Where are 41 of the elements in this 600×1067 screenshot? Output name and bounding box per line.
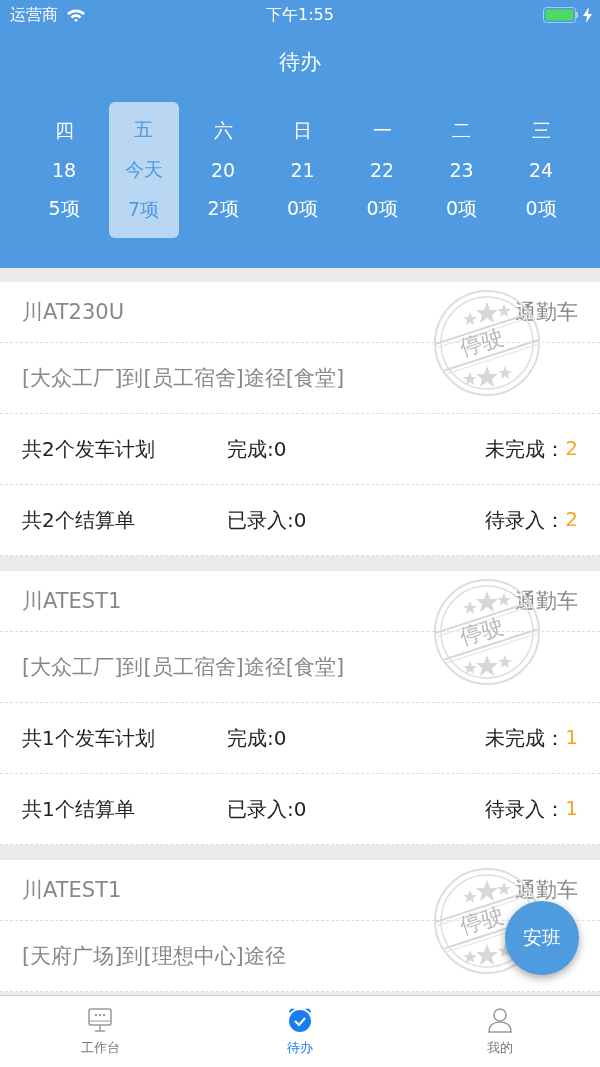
bill-total: 共2个结算单 bbox=[22, 506, 136, 534]
pending-count: 1 bbox=[565, 795, 578, 822]
plan-total: 共1个发车计划 bbox=[22, 724, 156, 752]
wifi-icon bbox=[66, 8, 86, 22]
status-time: 下午1:55 bbox=[266, 4, 334, 26]
alarm-clock-icon bbox=[287, 1006, 313, 1033]
route-text: [天府广场]到[理想中心]途径 bbox=[22, 943, 286, 970]
pending-label: 待录入： bbox=[485, 506, 566, 534]
pending-label: 待录入： bbox=[485, 795, 566, 823]
pending-count: 1 bbox=[565, 724, 578, 751]
day-tab[interactable]: 六 20 2项 bbox=[188, 102, 258, 238]
pending-label: 未完成： bbox=[485, 724, 566, 752]
plate-number: 川AT230U bbox=[22, 299, 125, 326]
nav-tab[interactable]: 工作台 bbox=[40, 1006, 160, 1057]
day-tab[interactable]: 四 18 5项 bbox=[29, 102, 99, 238]
day-tab[interactable]: 一 22 0项 bbox=[347, 102, 417, 238]
bill-done: 已录入:0 bbox=[227, 506, 308, 534]
charging-bolt-icon bbox=[583, 7, 592, 23]
plan-total: 共2个发车计划 bbox=[22, 435, 156, 463]
route-text: [大众工厂]到[员工宿舍]途径[食堂] bbox=[22, 365, 345, 392]
nav-tab[interactable]: 待办 bbox=[240, 1006, 360, 1057]
day-tab[interactable]: 日 21 0项 bbox=[267, 102, 338, 238]
pending-count: 2 bbox=[565, 435, 578, 462]
nav-tab[interactable]: 我的 bbox=[440, 1006, 560, 1057]
page-title: 待办 bbox=[279, 49, 321, 76]
bill-done: 已录入:0 bbox=[227, 795, 308, 823]
person-icon bbox=[487, 1006, 513, 1033]
day-tab[interactable]: 五 今天 7项 bbox=[108, 102, 179, 238]
monitor-icon bbox=[87, 1006, 113, 1033]
plan-done: 完成:0 bbox=[227, 724, 288, 752]
plate-number: 川ATEST1 bbox=[22, 877, 122, 904]
day-tab[interactable]: 三 24 0项 bbox=[506, 102, 576, 238]
battery-icon bbox=[543, 7, 579, 23]
route-text: [大众工厂]到[员工宿舍]途径[食堂] bbox=[22, 654, 345, 681]
bill-total: 共1个结算单 bbox=[22, 795, 136, 823]
pending-count: 2 bbox=[565, 506, 578, 533]
plan-done: 完成:0 bbox=[227, 435, 288, 463]
pending-label: 未完成： bbox=[485, 435, 566, 463]
carrier-name: 运营商 bbox=[10, 4, 58, 26]
plate-number: 川ATEST1 bbox=[22, 588, 122, 615]
day-tab[interactable]: 二 23 0项 bbox=[426, 102, 497, 238]
